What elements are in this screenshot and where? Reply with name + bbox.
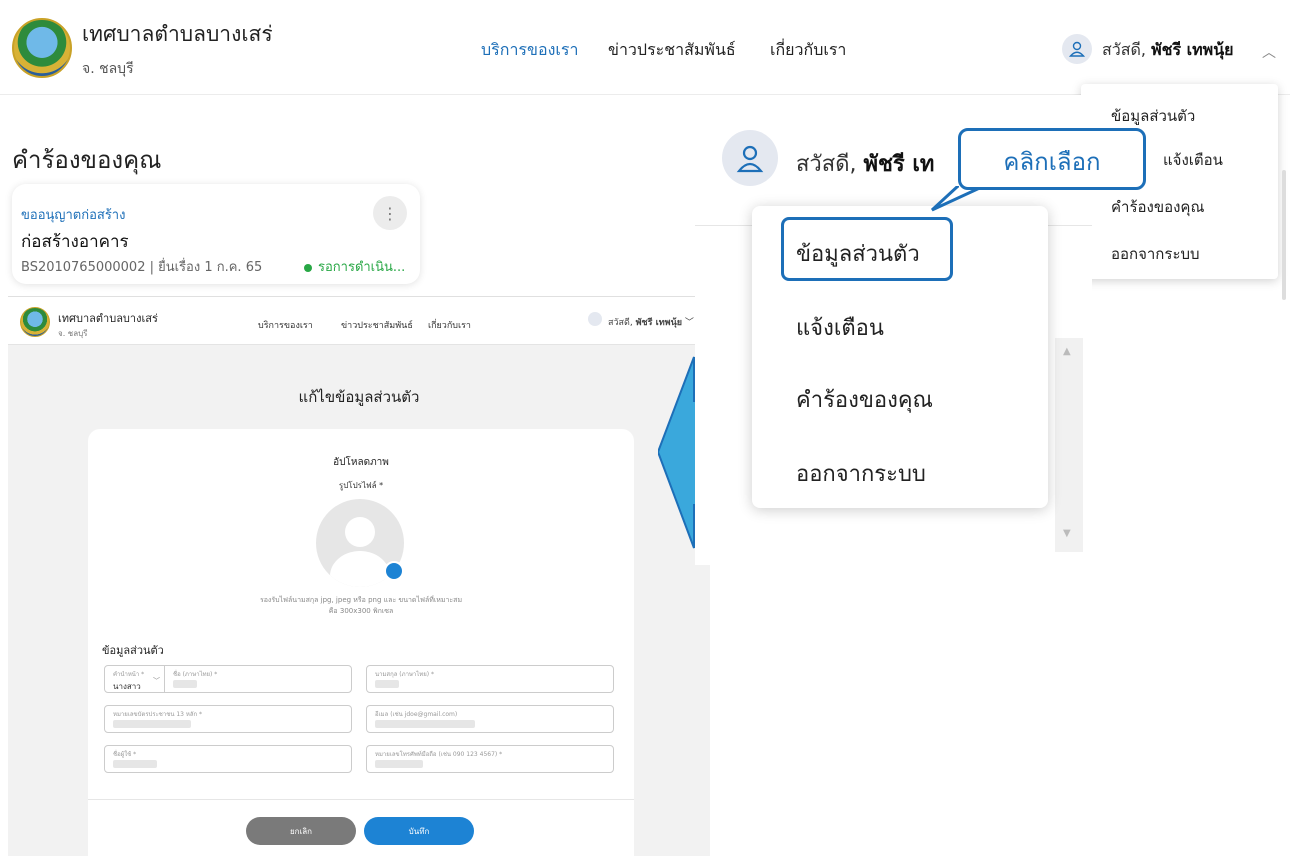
user-name: พัชรี เทพนุ้ย (1151, 40, 1234, 59)
lastname-label: นามสกุล (ภาษาไทย) * (375, 671, 435, 678)
prefix-value: นางสาว (113, 682, 141, 691)
embed-logo (20, 307, 50, 337)
personal-info-heading: ข้อมูลส่วนตัว (102, 644, 164, 657)
request-meta: BS2010765000002 | ยื่นเรื่อง 1 ก.ค. 65 (21, 260, 263, 275)
embed-page-title: แก้ไขข้อมูลส่วนตัว (298, 388, 420, 406)
avatar-head (345, 517, 375, 547)
phone-field[interactable]: หมายเลขโทรศัพท์มือถือ (เช่น 090 123 4567… (366, 745, 614, 773)
zoom-menu-item-requests[interactable]: คำร้องของคุณ (796, 382, 933, 417)
zoom-scrollbar[interactable]: ▲ ▼ (1055, 338, 1083, 552)
cancel-button[interactable]: ยกเลิก (246, 817, 356, 845)
embed-brand-subtitle: จ. ชลบุรี (58, 329, 88, 338)
upload-hint: รองรับไฟล์นามสกุล jpg, jpeg หรือ png และ… (259, 596, 463, 615)
avatar-body (330, 551, 390, 587)
email-value (375, 720, 475, 728)
page-scrollbar[interactable] (1282, 170, 1286, 300)
embed-nav-about[interactable]: เกี่ยวกับเรา (428, 318, 471, 332)
profile-form-card: อัปโหลดภาพ รูปโปรไฟล์ * รองรับไฟล์นามสกุ… (88, 429, 634, 856)
email-field[interactable]: อีเมล (เช่น jdoe@gmail.com) (366, 705, 614, 733)
username-value (113, 760, 157, 768)
zoom-menu-item-logout[interactable]: ออกจากระบบ (796, 456, 926, 491)
username-label: ชื่อผู้ใช้ * (113, 751, 137, 758)
zoom-user-greeting: สวัสดี, พัชรี เท (796, 146, 966, 181)
idcard-field[interactable]: หมายเลขบัตรประชาชน 13 หลัก * (104, 705, 352, 733)
embed-user-avatar[interactable] (588, 312, 602, 326)
form-divider (88, 799, 634, 800)
more-options-icon[interactable]: ⋮ (373, 196, 407, 230)
menu-item-notifications[interactable]: แจ้งเตือน (1163, 148, 1223, 172)
user-icon (736, 145, 764, 173)
upload-title: อัปโหลดภาพ (333, 457, 389, 468)
profile-picture-label: รูปโปรไฟล์ * (338, 481, 384, 490)
request-name: ก่อสร้างอาคาร (21, 232, 129, 252)
embed-nav-news[interactable]: ข่าวประชาสัมพันธ์ (341, 318, 413, 332)
embed-brand-title: เทศบาลตำบลบางเสร่ (58, 312, 158, 325)
status-badge: รอการดำเนิน... (304, 256, 414, 277)
firstname-label: ชื่อ (ภาษาไทย) * (173, 671, 218, 678)
scroll-up-icon[interactable]: ▲ (1063, 346, 1071, 357)
idcard-value (113, 720, 191, 728)
scroll-down-icon[interactable]: ▼ (1063, 528, 1071, 539)
lastname-field[interactable]: นามสกุล (ภาษาไทย) * (366, 665, 614, 693)
prefix-label: คำนำหน้า * (113, 671, 145, 678)
brand-subtitle: จ. ชลบุรี (82, 61, 134, 77)
phone-label: หมายเลขโทรศัพท์มือถือ (เช่น 090 123 4567… (375, 751, 503, 758)
greeting-text: สวัสดี, (1102, 40, 1146, 59)
email-label: อีเมล (เช่น jdoe@gmail.com) (375, 711, 458, 718)
zoom-user-avatar[interactable] (722, 130, 778, 186)
menu-item-requests[interactable]: คำร้องของคุณ (1111, 195, 1204, 219)
profile-highlight-box (781, 217, 953, 281)
menu-item-profile[interactable]: ข้อมูลส่วนตัว (1111, 104, 1195, 128)
user-greeting[interactable]: สวัสดี, พัชรี เทพนุ้ย (1102, 38, 1234, 63)
user-avatar[interactable] (1062, 34, 1092, 64)
embed-greeting-text: สวัสดี, (608, 318, 633, 328)
menu-item-logout[interactable]: ออกจากระบบ (1111, 242, 1200, 266)
request-type: ขออนุญาตก่อสร้าง (21, 208, 126, 223)
user-icon (1068, 41, 1086, 57)
lastname-value (375, 680, 399, 688)
zoom-greeting-text: สวัสดี, (796, 152, 857, 177)
status-text: รอการดำเนิน... (318, 260, 406, 275)
requests-title: คำร้องของคุณ (12, 146, 162, 174)
zoom-user-name: พัชรี เท (863, 152, 935, 177)
embed-nav-services[interactable]: บริการของเรา (258, 318, 313, 332)
name-field-group[interactable]: คำนำหน้า * นางสาว ﹀ ชื่อ (ภาษาไทย) * (104, 665, 352, 693)
save-button[interactable]: บันทึก (364, 817, 474, 845)
firstname-value (173, 680, 197, 688)
camera-icon[interactable] (384, 561, 404, 581)
embedded-profile-screenshot: เทศบาลตำบลบางเสร่ จ. ชลบุรี บริการของเรา… (8, 296, 710, 856)
nav-services[interactable]: บริการของเรา (481, 38, 578, 63)
idcard-label: หมายเลขบัตรประชาชน 13 หลัก * (113, 711, 203, 718)
phone-value (375, 760, 423, 768)
prefix-select[interactable]: คำนำหน้า * นางสาว ﹀ (105, 666, 165, 692)
chevron-down-icon: ﹀ (153, 677, 160, 685)
municipality-logo[interactable] (12, 18, 72, 78)
username-field[interactable]: ชื่อผู้ใช้ * (104, 745, 352, 773)
status-dot (304, 263, 312, 272)
callout-tail (930, 186, 985, 212)
nav-about[interactable]: เกี่ยวกับเรา (770, 38, 846, 63)
nav-news[interactable]: ข่าวประชาสัมพันธ์ (608, 38, 736, 63)
embed-user-greeting[interactable]: สวัสดี, พัชรี เทพนุ้ย ﹀ (608, 315, 694, 329)
chevron-up-icon[interactable]: ︿ (1262, 42, 1276, 62)
brand-title[interactable]: เทศบาลตำบลบางเสร่ (82, 18, 273, 51)
callout-text: คลิกเลือก (1003, 148, 1101, 176)
embed-user-name: พัชรี เทพนุ้ย (635, 318, 683, 328)
zoom-menu-item-notifications[interactable]: แจ้งเตือน (796, 310, 884, 345)
